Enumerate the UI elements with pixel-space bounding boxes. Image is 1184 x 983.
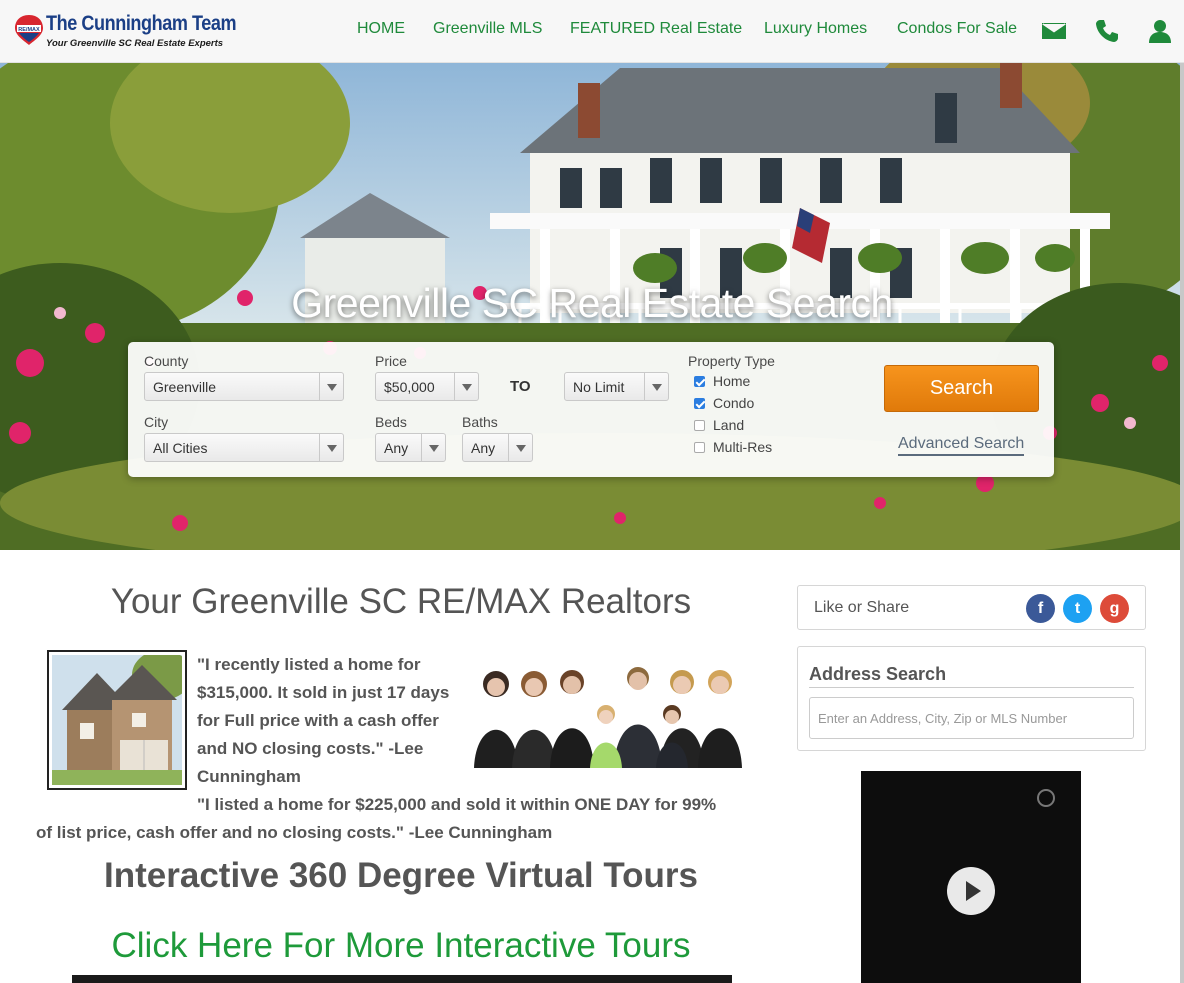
- chevron-down-icon: [454, 373, 478, 400]
- play-icon[interactable]: [947, 867, 995, 915]
- more-tours-link[interactable]: Click Here For More Interactive Tours: [30, 926, 772, 966]
- twitter-icon[interactable]: t: [1063, 594, 1092, 623]
- address-search-input[interactable]: [809, 697, 1134, 739]
- hero-banner: Greenville SC Real Estate Search County …: [0, 63, 1184, 550]
- nav-greenville-mls[interactable]: Greenville MLS: [433, 20, 542, 38]
- scrollbar[interactable]: [1180, 63, 1184, 983]
- county-label: County: [144, 353, 189, 369]
- city-select[interactable]: All Cities: [144, 433, 344, 462]
- beds-select[interactable]: Any: [375, 433, 446, 462]
- address-search-box: Address Search: [797, 646, 1146, 751]
- facebook-icon[interactable]: f: [1026, 594, 1055, 623]
- realtor-team-image: [472, 662, 756, 768]
- county-value: Greenville: [153, 379, 217, 395]
- chevron-down-icon: [508, 434, 532, 461]
- multi-res-checkbox[interactable]: [694, 442, 705, 453]
- chevron-down-icon: [319, 434, 343, 461]
- virtual-tours-heading: Interactive 360 Degree Virtual Tours: [104, 856, 698, 895]
- baths-label: Baths: [462, 414, 498, 430]
- property-search-panel: County Greenville Price $50,000 TO No Li…: [128, 342, 1054, 477]
- address-search-title: Address Search: [809, 664, 947, 684]
- google-plus-icon[interactable]: g: [1100, 594, 1129, 623]
- price-to-label: TO: [510, 378, 531, 395]
- land-checkbox-label[interactable]: Land: [713, 417, 744, 433]
- price-min-select[interactable]: $50,000: [375, 372, 479, 401]
- home-checkbox[interactable]: [694, 376, 705, 387]
- home-checkbox-label[interactable]: Home: [713, 373, 750, 389]
- nav-condos-for-sale[interactable]: Condos For Sale: [897, 20, 1017, 38]
- logo-title: The Cunningham Team: [46, 12, 237, 35]
- site-header: RE/MAX The Cunningham Team Your Greenvil…: [0, 0, 1184, 63]
- testimonial-quote-2-line-2: of list price, cash offer and no closing…: [36, 823, 553, 842]
- city-value: All Cities: [153, 440, 208, 456]
- county-select[interactable]: Greenville: [144, 372, 344, 401]
- condo-checkbox-label[interactable]: Condo: [713, 395, 754, 411]
- baths-value: Any: [471, 440, 496, 456]
- price-max-select[interactable]: No Limit: [564, 372, 669, 401]
- loading-spinner-icon: [1037, 789, 1055, 807]
- testimonial-quote-1: "I recently listed a home for $315,000. …: [197, 655, 450, 786]
- nav-luxury-homes[interactable]: Luxury Homes: [764, 20, 867, 38]
- realtors-heading: Your Greenville SC RE/MAX Realtors: [110, 582, 692, 621]
- like-share-box: Like or Share f t g: [797, 585, 1146, 630]
- property-type-label: Property Type: [688, 353, 775, 369]
- search-button[interactable]: Search: [884, 365, 1039, 412]
- envelope-icon[interactable]: [1041, 18, 1067, 44]
- price-max-value: No Limit: [573, 379, 625, 395]
- multi-res-checkbox-label[interactable]: Multi-Res: [713, 439, 772, 455]
- price-label: Price: [375, 353, 407, 369]
- team-photo: [472, 662, 756, 768]
- stone-house-image: [52, 650, 192, 785]
- condo-checkbox[interactable]: [694, 398, 705, 409]
- advanced-search-link[interactable]: Advanced Search: [898, 435, 1025, 456]
- city-label: City: [144, 414, 169, 430]
- user-icon[interactable]: [1147, 18, 1173, 44]
- phone-icon[interactable]: [1094, 18, 1120, 44]
- hero-title: Greenville SC Real Estate Search: [291, 280, 893, 326]
- remax-balloon-icon: RE/MAX: [15, 15, 43, 45]
- share-label: Like or Share: [814, 599, 910, 616]
- price-min-value: $50,000: [384, 379, 435, 395]
- land-checkbox[interactable]: [694, 420, 705, 431]
- logo-badge-text: RE/MAX: [18, 27, 40, 33]
- divider: [809, 687, 1134, 688]
- beds-value: Any: [384, 440, 409, 456]
- baths-select[interactable]: Any: [462, 433, 533, 462]
- site-logo[interactable]: RE/MAX The Cunningham Team Your Greenvil…: [14, 12, 237, 52]
- testimonial-quote-2-line-1: "I listed a home for $225,000 and sold i…: [197, 795, 717, 814]
- video-player[interactable]: [861, 771, 1081, 983]
- listed-home-photo[interactable]: [47, 650, 192, 790]
- nav-home[interactable]: HOME: [357, 20, 405, 38]
- chevron-down-icon: [421, 434, 445, 461]
- beds-label: Beds: [375, 414, 407, 430]
- chevron-down-icon: [644, 373, 668, 400]
- logo-tagline: Your Greenville SC Real Estate Experts: [46, 38, 224, 49]
- tour-embed-top-edge: [72, 975, 732, 983]
- chevron-down-icon: [319, 373, 343, 400]
- nav-featured-real-estate[interactable]: FEATURED Real Estate: [570, 20, 742, 38]
